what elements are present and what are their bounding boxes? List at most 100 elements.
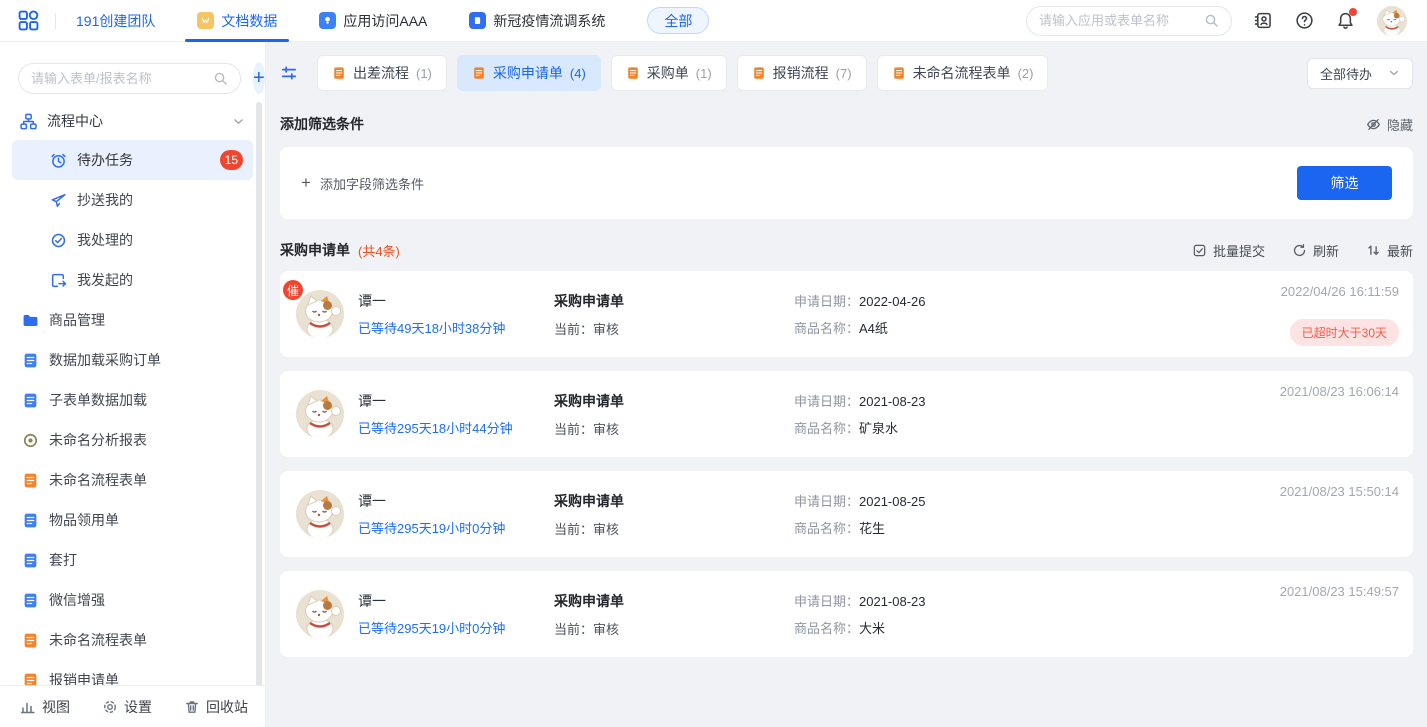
sidebar-item-item-requisition[interactable]: 物品领用单	[12, 500, 253, 540]
avatar-wrap: 催	[296, 290, 344, 338]
eye-off-icon	[1366, 117, 1381, 132]
recycle-bin-button[interactable]: 回收站	[184, 697, 248, 717]
sidebar-item-template-print[interactable]: 套打	[12, 540, 253, 580]
current-step: 当前：审核	[554, 519, 794, 538]
meta-column: 2022/04/26 16:11:59 已超时大于30天	[1229, 271, 1399, 357]
add-form-button[interactable]: +	[253, 62, 265, 94]
overdue-badge: 已超时大于30天	[1290, 319, 1399, 346]
panel-toggle-icon[interactable]	[280, 64, 298, 82]
refresh-button[interactable]: 刷新	[1292, 241, 1339, 260]
help-icon[interactable]	[1295, 11, 1314, 30]
item-label: 商品名称：	[794, 621, 859, 636]
add-field-filter-button[interactable]: + 添加字段筛选条件	[301, 173, 424, 193]
global-search-input[interactable]	[1039, 13, 1196, 28]
document-icon	[22, 352, 39, 369]
sort-newest-button[interactable]: 最新	[1366, 241, 1413, 260]
detail-column: 申请日期：2021-08-25 商品名称：花生	[794, 491, 1229, 537]
form-title: 采购申请单	[554, 491, 794, 511]
divider	[55, 13, 56, 29]
chevron-down-icon	[1388, 67, 1400, 79]
date-label: 申请日期：	[794, 294, 859, 309]
tab-label: 采购申请单	[493, 63, 563, 83]
action-label: 刷新	[1313, 241, 1339, 260]
app-launcher-icon[interactable]	[18, 10, 39, 31]
document-icon	[472, 66, 486, 80]
sidebar-item-process-center[interactable]: 流程中心	[12, 102, 253, 140]
detail-column: 申请日期：2022-04-26 商品名称：A4纸	[794, 291, 1229, 337]
sidebar-item-product-management[interactable]: 商品管理	[12, 300, 253, 340]
form-column: 采购申请单 当前：审核	[554, 591, 794, 638]
filter-submit-button[interactable]: 筛选	[1297, 166, 1392, 200]
sidebar-scrollbar[interactable]	[256, 102, 262, 690]
task-card-list: 催 谭一 已等待49天18小时38分钟 采购申请单 当前：审核 申请日期：202…	[280, 271, 1413, 657]
notifications-bell-icon[interactable]	[1336, 11, 1355, 30]
tab-purchase-order[interactable]: 采购单 (1)	[611, 55, 727, 91]
sidebar-item-label: 未命名流程表单	[49, 630, 147, 650]
check-circle-icon	[50, 232, 67, 249]
covid-system-icon	[469, 12, 486, 29]
list-actions: 批量提交 刷新 最新	[1192, 241, 1413, 260]
avatar-wrap	[296, 590, 344, 638]
hide-filter-button[interactable]: 隐藏	[1366, 115, 1413, 134]
document-icon	[22, 472, 39, 489]
plus-icon: +	[301, 173, 311, 193]
task-card[interactable]: 谭一 已等待295天19小时0分钟 采购申请单 当前：审核 申请日期：2021-…	[280, 471, 1413, 557]
global-search[interactable]	[1026, 6, 1232, 36]
views-button[interactable]: 视图	[20, 697, 70, 717]
current-step: 当前：审核	[554, 319, 794, 338]
date-value: 2021-08-23	[859, 594, 926, 609]
task-card[interactable]: 谭一 已等待295天18小时44分钟 采购申请单 当前：审核 申请日期：2021…	[280, 371, 1413, 457]
tab-expense-process[interactable]: 报销流程 (7)	[737, 55, 867, 91]
sidebar-item-initiated-by-me[interactable]: 我发起的	[12, 260, 253, 300]
sidebar-item-todo-tasks[interactable]: 待办任务 15	[12, 140, 253, 180]
tab-purchase-request[interactable]: 采购申请单 (4)	[457, 55, 601, 91]
workspace-tab-doc-data[interactable]: 文档数据	[197, 0, 277, 42]
action-label: 最新	[1387, 241, 1413, 260]
workspace-tab-covid-system[interactable]: 新冠疫情流调系统	[469, 0, 605, 42]
form-column: 采购申请单 当前：审核	[554, 491, 794, 538]
sidebar-search[interactable]	[18, 63, 241, 94]
item-label: 商品名称：	[794, 321, 859, 336]
contacts-icon[interactable]	[1254, 11, 1273, 30]
waiting-time: 已等待295天18小时44分钟	[358, 418, 554, 437]
item-value: 花生	[859, 521, 885, 536]
sidebar-item-label: 我处理的	[77, 230, 133, 250]
list-header: 采购申请单 (共4条) 批量提交	[280, 240, 1413, 260]
sidebar-search-input[interactable]	[31, 71, 207, 86]
document-icon	[22, 552, 39, 569]
action-label: 批量提交	[1213, 241, 1265, 260]
sidebar-item-unnamed-process-form[interactable]: 未命名流程表单	[12, 460, 253, 500]
current-step: 当前：审核	[554, 419, 794, 438]
user-avatar[interactable]	[1377, 6, 1407, 36]
sidebar-item-unnamed-process-form-2[interactable]: 未命名流程表单	[12, 620, 253, 660]
sidebar-item-data-load-purchase-order[interactable]: 数据加载采购订单	[12, 340, 253, 380]
task-card[interactable]: 谭一 已等待295天19小时0分钟 采购申请单 当前：审核 申请日期：2021-…	[280, 571, 1413, 657]
numeric-sort-icon	[1366, 243, 1381, 258]
footer-label: 回收站	[206, 697, 248, 717]
tab-business-trip-process[interactable]: 出差流程 (1)	[317, 55, 447, 91]
item-value: 大米	[859, 621, 885, 636]
sidebar-item-processed-by-me[interactable]: 我处理的	[12, 220, 253, 260]
scope-select[interactable]: 全部待办	[1307, 58, 1413, 89]
sidebar-item-cc-to-me[interactable]: 抄送我的	[12, 180, 253, 220]
tab-unnamed-process-form[interactable]: 未命名流程表单 (2)	[877, 55, 1049, 91]
applicant-column: 谭一 已等待295天18小时44分钟	[358, 391, 554, 437]
folder-icon	[22, 312, 39, 329]
main-content: 出差流程 (1) 采购申请单 (4) 采购单 (1)	[266, 42, 1427, 727]
workspace-tab-app-access[interactable]: 应用访问AAA	[319, 0, 427, 42]
batch-submit-button[interactable]: 批量提交	[1192, 241, 1265, 260]
report-donut-icon	[22, 432, 39, 449]
timestamp: 2021/08/23 16:06:14	[1280, 384, 1399, 399]
applicant-name: 谭一	[358, 291, 554, 311]
sidebar-item-unnamed-analysis-report[interactable]: 未命名分析报表	[12, 420, 253, 460]
workspace-team[interactable]: 191创建团队	[76, 0, 155, 42]
alarm-clock-icon	[50, 152, 67, 169]
all-apps-pill[interactable]: 全部	[647, 7, 709, 34]
settings-button[interactable]: 设置	[102, 697, 152, 717]
task-card[interactable]: 催 谭一 已等待49天18小时38分钟 采购申请单 当前：审核 申请日期：202…	[280, 271, 1413, 357]
footer-label: 视图	[42, 697, 70, 717]
sidebar-item-wechat-enhance[interactable]: 微信增强	[12, 580, 253, 620]
chevron-down-icon[interactable]	[232, 115, 245, 128]
date-label: 申请日期：	[794, 494, 859, 509]
sidebar-item-subform-data-load[interactable]: 子表单数据加载	[12, 380, 253, 420]
